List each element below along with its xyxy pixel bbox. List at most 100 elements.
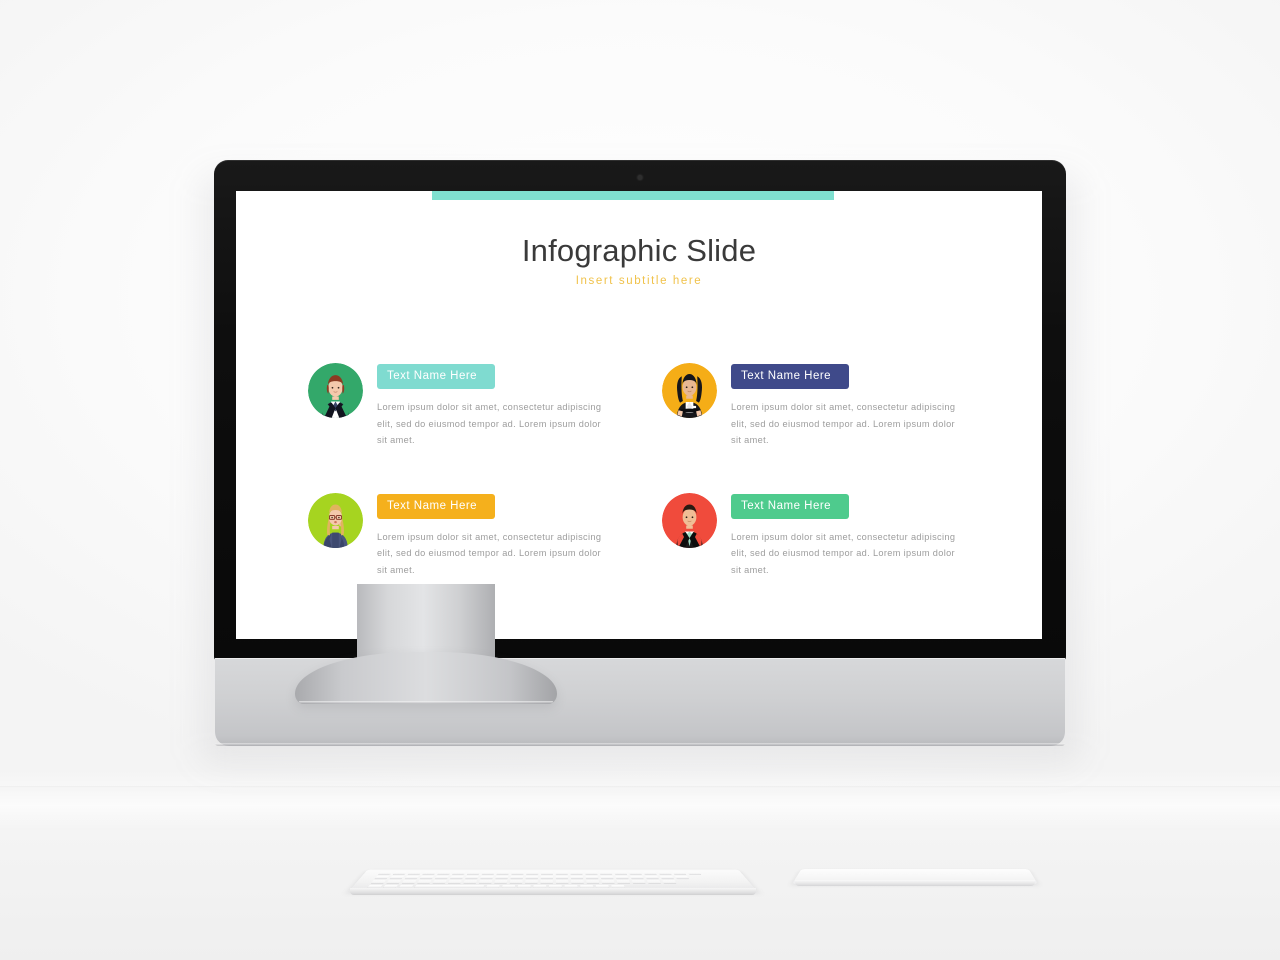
- keyboard-key[interactable]: [540, 880, 553, 884]
- keyboard-key[interactable]: [555, 880, 569, 884]
- keyboard-front-edge: [350, 888, 756, 895]
- keyboard-key[interactable]: [378, 871, 393, 875]
- keyboard-key[interactable]: [401, 880, 417, 884]
- keyboard-key[interactable]: [435, 875, 449, 879]
- keyboard-key[interactable]: [393, 871, 407, 875]
- item-body-text: Lorem ipsum dolor sit amet, consectetur …: [377, 531, 602, 575]
- keyboard-key[interactable]: [599, 871, 613, 875]
- computer-monitor: Infographic Slide Insert subtitle here T…: [200, 160, 1080, 764]
- keyboard-key[interactable]: [586, 880, 600, 884]
- keyboard-key[interactable]: [643, 871, 657, 875]
- businesswoman-avatar-icon: [308, 363, 363, 418]
- name-tag[interactable]: Text Name Here: [731, 493, 849, 519]
- keyboard-key[interactable]: [584, 871, 598, 875]
- name-tag[interactable]: Text Name Here: [377, 493, 495, 519]
- infographic-item-text: Text Name Here Lorem ipsum dolor sit ame…: [377, 493, 626, 579]
- name-tag[interactable]: Text Name Here: [377, 364, 495, 389]
- keyboard-key[interactable]: [585, 875, 599, 879]
- keyboard-key[interactable]: [615, 875, 629, 879]
- keyboard-key[interactable]: [555, 871, 568, 875]
- slide-accent-bar: [432, 191, 834, 200]
- page-title: Infographic Slide: [521, 233, 757, 268]
- item-body-text: Lorem ipsum dolor sit amet, consectetur …: [377, 402, 602, 445]
- keyboard-key[interactable]: [510, 875, 524, 879]
- keyboard-row: [374, 875, 689, 879]
- keyboard-key[interactable]: [422, 871, 437, 875]
- keyboard-key[interactable]: [675, 875, 689, 879]
- presentation-slide: Infographic Slide Insert subtitle here T…: [236, 191, 1042, 639]
- keyboard-key[interactable]: [407, 871, 422, 875]
- keyboard-key[interactable]: [571, 880, 584, 884]
- keyboard-key[interactable]: [660, 875, 674, 879]
- infographic-item[interactable]: Text Name Here Lorem ipsum dolor sit ame…: [308, 363, 626, 449]
- keyboard-key[interactable]: [386, 880, 401, 884]
- businessman-avatar-icon: [662, 492, 717, 548]
- keyboard-key[interactable]: [628, 871, 642, 875]
- infographic-grid: Text Name Here Lorem ipsum dolor sit ame…: [308, 363, 980, 578]
- keyboard-key[interactable]: [389, 875, 404, 879]
- webcam-icon: [637, 175, 643, 180]
- keyboard-key[interactable]: [631, 880, 646, 884]
- keyboard-row: [378, 871, 701, 875]
- businesswoman-glasses-avatar-icon: [308, 492, 363, 548]
- keyboard-key[interactable]: [371, 880, 386, 884]
- keyboard-key[interactable]: [404, 875, 419, 879]
- keyboard-key[interactable]: [526, 871, 539, 875]
- keyboard-key[interactable]: [658, 871, 672, 875]
- keyboard-key[interactable]: [509, 880, 523, 884]
- keyboard-key[interactable]: [616, 880, 630, 884]
- keyboard-key[interactable]: [570, 871, 583, 875]
- keyboard-key[interactable]: [467, 871, 480, 875]
- keyboard-key[interactable]: [374, 875, 390, 879]
- keyboard-key[interactable]: [540, 875, 553, 879]
- monitor-screen: Infographic Slide Insert subtitle here T…: [236, 191, 1042, 639]
- keyboard-key[interactable]: [525, 880, 538, 884]
- desk-scene: Infographic Slide Insert subtitle here T…: [0, 0, 1280, 960]
- item-body-text: Lorem ipsum dolor sit amet, consectetur …: [731, 531, 956, 575]
- keyboard-key[interactable]: [496, 871, 510, 875]
- trackpad-front-edge: [795, 880, 1035, 886]
- infographic-item-text: Text Name Here Lorem ipsum dolor sit ame…: [731, 363, 980, 449]
- keyboard-key[interactable]: [614, 871, 627, 875]
- infographic-item-text: Text Name Here Lorem ipsum dolor sit ame…: [377, 363, 626, 449]
- keyboard-key[interactable]: [420, 875, 434, 879]
- slide-subtitle: Insert subtitle here: [575, 275, 703, 287]
- trackpad[interactable]: [792, 856, 1038, 890]
- keyboard-key[interactable]: [645, 875, 659, 879]
- keyboard-key[interactable]: [480, 875, 494, 879]
- infographic-item[interactable]: Text Name Here Lorem ipsum dolor sit ame…: [308, 492, 626, 579]
- keyboard-key[interactable]: [600, 875, 614, 879]
- keyboard-key[interactable]: [450, 875, 464, 879]
- keyboard-key[interactable]: [437, 871, 451, 875]
- keyboard-key[interactable]: [478, 880, 493, 884]
- keyboard-row: [371, 880, 677, 884]
- keyboard-key[interactable]: [570, 875, 584, 879]
- keyboard[interactable]: [348, 852, 758, 898]
- businesswoman-arms-crossed-avatar-icon: [662, 363, 717, 418]
- keyboard-key[interactable]: [511, 871, 524, 875]
- name-tag[interactable]: Text Name Here: [731, 364, 849, 389]
- keyboard-key[interactable]: [647, 880, 661, 884]
- monitor-bezel: Infographic Slide Insert subtitle here T…: [214, 160, 1066, 660]
- keyboard-key[interactable]: [432, 880, 447, 884]
- infographic-item[interactable]: Text Name Here Lorem ipsum dolor sit ame…: [662, 492, 980, 579]
- keyboard-key[interactable]: [672, 871, 687, 875]
- keyboard-key[interactable]: [452, 871, 466, 875]
- keyboard-key[interactable]: [630, 875, 644, 879]
- keyboard-key[interactable]: [555, 875, 569, 879]
- keyboard-key[interactable]: [525, 875, 539, 879]
- keyboard-key[interactable]: [495, 875, 509, 879]
- keyboard-key[interactable]: [494, 880, 508, 884]
- keyboard-key[interactable]: [448, 880, 462, 884]
- keyboard-key[interactable]: [481, 871, 495, 875]
- infographic-item-text: Text Name Here Lorem ipsum dolor sit ame…: [731, 493, 980, 579]
- keyboard-key[interactable]: [417, 880, 432, 884]
- keyboard-key[interactable]: [687, 871, 701, 875]
- item-body-text: Lorem ipsum dolor sit amet, consectetur …: [731, 402, 956, 445]
- infographic-item[interactable]: Text Name Here Lorem ipsum dolor sit ame…: [662, 363, 980, 449]
- keyboard-key[interactable]: [540, 871, 553, 875]
- keyboard-key[interactable]: [601, 880, 615, 884]
- keyboard-key[interactable]: [463, 880, 477, 884]
- keyboard-key[interactable]: [662, 880, 677, 884]
- keyboard-key[interactable]: [465, 875, 479, 879]
